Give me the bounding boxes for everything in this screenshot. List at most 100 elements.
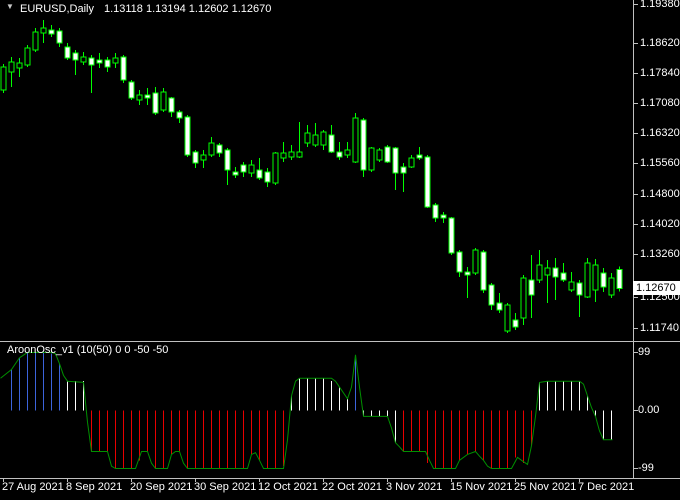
- candle-body: [345, 150, 350, 155]
- candle-body: [249, 165, 254, 173]
- candle-body: [601, 273, 606, 287]
- candle-body: [89, 58, 94, 65]
- aroon-line: [1, 353, 613, 469]
- candle-body: [225, 150, 230, 170]
- candle-body: [585, 263, 590, 297]
- candle-body: [185, 117, 190, 155]
- candle-body: [393, 148, 398, 173]
- candle-body: [441, 215, 446, 218]
- candle-body: [433, 205, 438, 218]
- price-axis-label: 1.14020: [640, 218, 680, 230]
- candle-body: [377, 150, 382, 160]
- price-axis-label: 1.15560: [640, 157, 680, 169]
- candle-body: [617, 270, 622, 289]
- price-axis-label: 1.14800: [640, 188, 680, 200]
- candle-body: [121, 57, 126, 80]
- candle-body: [161, 92, 166, 110]
- candle-body: [177, 112, 182, 118]
- candle-body: [521, 278, 526, 318]
- candle-body: [97, 60, 102, 63]
- indicator-axis-label: 99: [638, 346, 650, 358]
- candle-body: [569, 282, 574, 290]
- candle-body: [281, 153, 286, 158]
- current-price-badge: 1.12670: [633, 281, 680, 295]
- time-axis-label: 3 Nov 2021: [386, 481, 442, 493]
- candle-body: [233, 172, 238, 175]
- candle-body: [265, 172, 270, 182]
- candle-body: [257, 170, 262, 178]
- price-axis-label: 1.13260: [640, 248, 680, 260]
- indicator-axis-label: -99: [638, 462, 654, 474]
- candle-body: [25, 48, 30, 65]
- time-axis-label: 7 Dec 2021: [578, 481, 634, 493]
- candle-body: [41, 28, 46, 33]
- candle-body: [153, 93, 158, 113]
- candle-body: [505, 305, 510, 331]
- indicator-name-label: AroonOsc_v1 (10(50) 0 0 -50 -50: [7, 344, 168, 356]
- candle-body: [193, 152, 198, 163]
- candle-body: [9, 62, 14, 72]
- candle-body: [137, 95, 142, 100]
- candle-body: [385, 147, 390, 162]
- price-axis-label: 1.17080: [640, 97, 680, 109]
- candle-body: [473, 250, 478, 273]
- symbol-ohlc-label: EURUSD,Daily 1.13118 1.13194 1.12602 1.12…: [20, 3, 271, 15]
- time-axis-label: 8 Sep 2021: [66, 481, 122, 493]
- candle-body: [337, 152, 342, 157]
- candle-body: [49, 30, 54, 34]
- price-axis-label: 1.17840: [640, 67, 680, 79]
- candle-body: [577, 283, 582, 295]
- time-axis-label: 12 Oct 2021: [258, 481, 318, 493]
- candle-body: [457, 252, 462, 272]
- time-axis-label: 20 Sep 2021: [130, 481, 192, 493]
- candle-body: [329, 135, 334, 152]
- dropdown-arrow-icon[interactable]: ▼: [6, 2, 14, 11]
- candle-body: [273, 153, 278, 183]
- candle-body: [241, 165, 246, 172]
- candle-body: [529, 280, 534, 295]
- candle-body: [545, 268, 550, 275]
- chart-canvas[interactable]: [0, 0, 680, 500]
- candle-body: [481, 252, 486, 290]
- symbol-period-label: EURUSD,Daily: [20, 3, 94, 15]
- candle-body: [1, 67, 6, 90]
- candle-body: [553, 268, 558, 277]
- price-axis-label: 1.16320: [640, 127, 680, 139]
- candle-body: [561, 273, 566, 280]
- candle-body: [513, 320, 518, 327]
- candle-body: [313, 135, 318, 145]
- candle-body: [129, 82, 134, 98]
- candle-body: [305, 133, 310, 143]
- time-axis-label: 22 Oct 2021: [322, 481, 382, 493]
- time-axis-label: 25 Nov 2021: [514, 481, 576, 493]
- candle-body: [609, 278, 614, 295]
- candle-body: [33, 32, 38, 50]
- candle-body: [489, 285, 494, 305]
- candle-body: [169, 98, 174, 112]
- candle-body: [289, 152, 294, 157]
- price-axis-label: 1.18620: [640, 37, 680, 49]
- candle-body: [321, 132, 326, 145]
- candle-body: [217, 145, 222, 153]
- candle-body: [297, 152, 302, 157]
- candle-body: [353, 118, 358, 162]
- price-axis-label: 1.11740: [640, 322, 679, 334]
- candle-body: [201, 155, 206, 160]
- candle-body: [409, 158, 414, 167]
- ohlc-values-label: 1.13118 1.13194 1.12602 1.12670: [104, 3, 271, 15]
- candle-body: [65, 47, 70, 58]
- time-axis-label: 27 Aug 2021: [2, 481, 64, 493]
- time-axis-label: 15 Nov 2021: [450, 481, 512, 493]
- candle-body: [425, 157, 430, 207]
- candle-body: [145, 95, 150, 98]
- candle-body: [113, 58, 118, 63]
- candle-body: [401, 167, 406, 173]
- candle-body: [361, 120, 366, 170]
- candle-body: [497, 303, 502, 310]
- candle-body: [73, 53, 78, 60]
- candle-body: [81, 57, 86, 62]
- candle-body: [417, 155, 422, 158]
- indicator-axis-label: 0.00: [638, 404, 659, 416]
- candle-body: [105, 60, 110, 67]
- candle-body: [369, 148, 374, 170]
